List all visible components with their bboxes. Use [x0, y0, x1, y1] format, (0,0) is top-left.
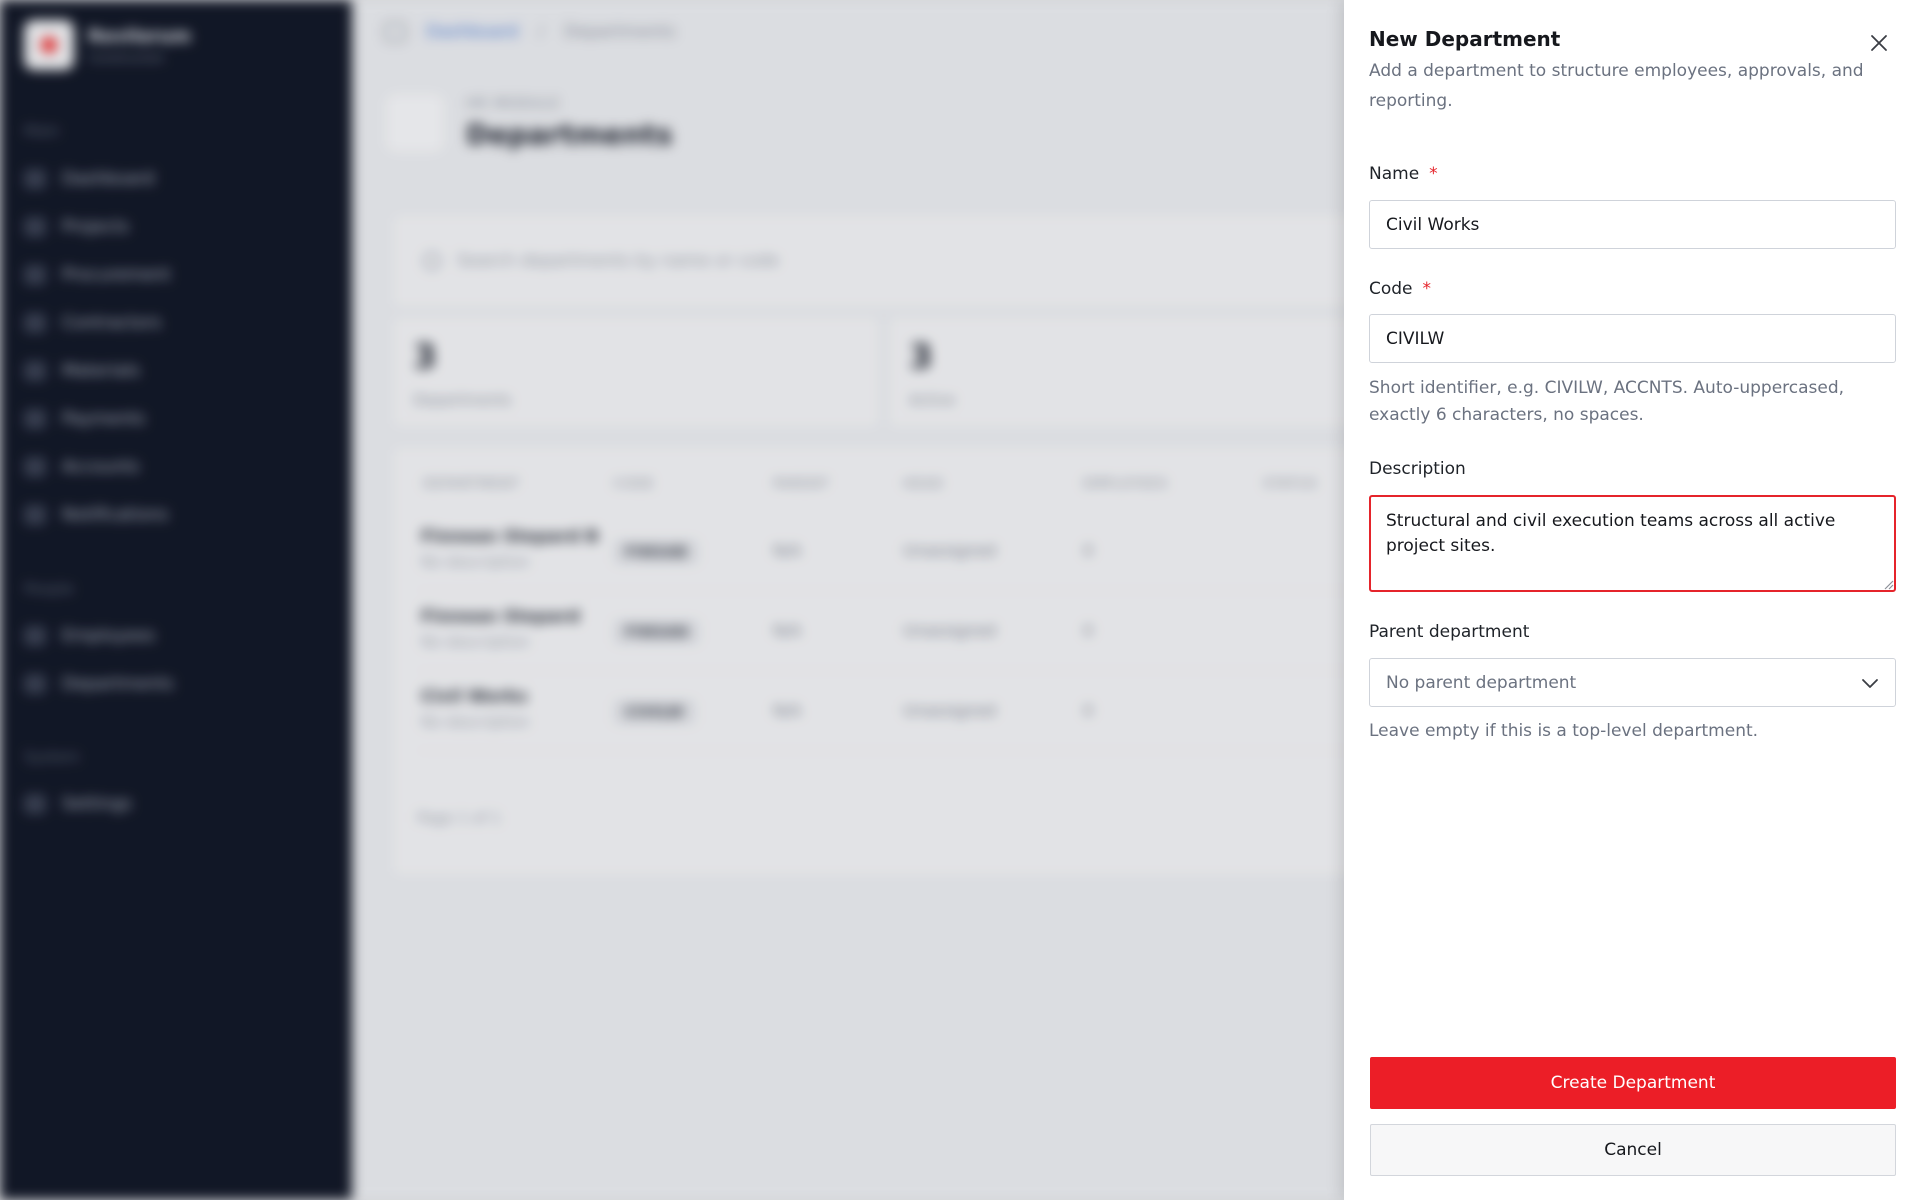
parent-department-help-text: Leave empty if this is a top-level depar… — [1369, 721, 1759, 741]
drawer-subtitle: Add a department to structure employees,… — [1369, 61, 1864, 111]
required-indicator: * — [1422, 279, 1432, 299]
resize-grip-icon[interactable] — [1882, 578, 1894, 590]
parent-department-select[interactable]: No parent department — [1369, 658, 1896, 707]
required-indicator: * — [1429, 164, 1438, 184]
drawer-title: New Department — [1369, 27, 1561, 51]
name-label: Name * — [1369, 164, 1438, 184]
description-textarea[interactable]: Structural and civil execution teams acr… — [1369, 495, 1896, 592]
cancel-button[interactable]: Cancel — [1370, 1124, 1896, 1176]
code-label: Code * — [1369, 279, 1432, 299]
create-department-button[interactable]: Create Department — [1370, 1057, 1896, 1109]
parent-department-value: No parent department — [1386, 672, 1577, 693]
name-input[interactable] — [1369, 200, 1896, 249]
code-help-text: Short identifier, e.g. CIVILW, ACCNTS. A… — [1369, 378, 1845, 425]
close-icon — [1871, 35, 1887, 51]
code-input[interactable] — [1369, 314, 1896, 363]
description-label: Description — [1369, 459, 1466, 479]
chevron-down-icon — [1862, 678, 1878, 688]
close-button[interactable] — [1864, 28, 1894, 58]
parent-department-label: Parent department — [1369, 622, 1530, 642]
new-department-drawer: New Department Add a department to struc… — [1344, 0, 1920, 1200]
